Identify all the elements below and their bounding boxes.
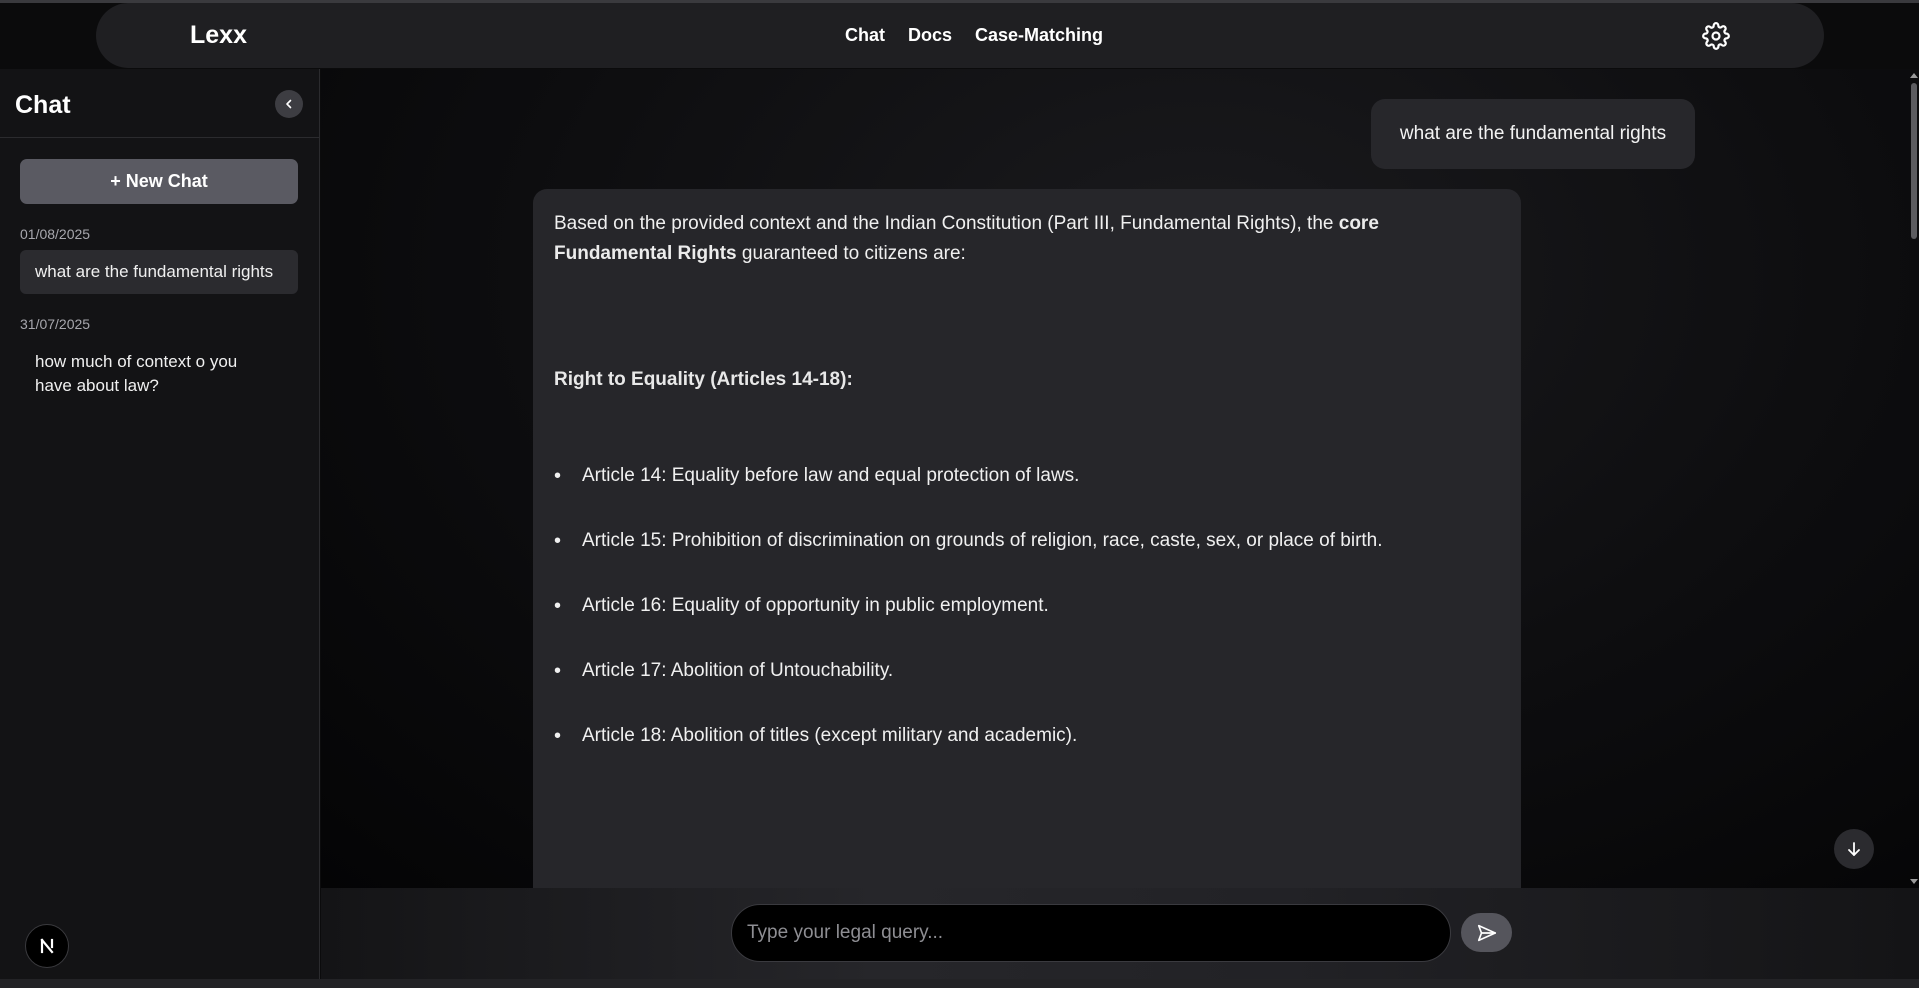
nav-link-case-matching[interactable]: Case-Matching	[975, 25, 1103, 46]
list-item: Article 14: Equality before law and equa…	[554, 461, 1383, 526]
avatar[interactable]	[25, 924, 69, 968]
article-list: Article 14: Equality before law and equa…	[554, 461, 1383, 786]
brand-logo[interactable]: Lexx	[190, 21, 247, 50]
history-date-label: 01/08/2025	[20, 226, 91, 242]
sidebar-header: Chat	[0, 69, 319, 138]
section-heading: Right to Equality (Articles 14-18):	[554, 369, 853, 390]
window-bottom-border	[0, 979, 1919, 988]
list-item: Article 15: Prohibition of discriminatio…	[554, 526, 1383, 591]
new-chat-button[interactable]: + New Chat	[20, 159, 298, 204]
assistant-intro: Based on the provided context and the In…	[554, 213, 1379, 264]
list-item: Article 18: Abolition of titles (except …	[554, 721, 1383, 786]
list-item: Article 17: Abolition of Untouchability.	[554, 656, 1383, 721]
gear-icon[interactable]	[1702, 22, 1730, 50]
sidebar-title: Chat	[15, 91, 71, 119]
nav-link-chat[interactable]: Chat	[845, 25, 885, 46]
history-date-label: 31/07/2025	[20, 316, 91, 332]
composer-bar	[321, 888, 1919, 979]
scroll-up-arrow-icon[interactable]	[1910, 73, 1918, 78]
assistant-message-bubble: Based on the provided context and the In…	[533, 189, 1521, 888]
list-item: Article 16: Equality of opportunity in p…	[554, 591, 1383, 656]
top-navbar: Lexx Chat Docs Case-Matching	[96, 3, 1824, 68]
send-button[interactable]	[1461, 913, 1512, 952]
collapse-sidebar-button[interactable]	[275, 90, 303, 118]
scroll-down-arrow-icon[interactable]	[1910, 879, 1918, 884]
scrollbar[interactable]	[1909, 69, 1919, 888]
scrollbar-thumb[interactable]	[1911, 83, 1917, 239]
n-logo-icon	[40, 938, 54, 954]
chevron-left-icon	[286, 99, 292, 109]
chat-sidebar: Chat + New Chat 01/08/2025 what are the …	[0, 69, 320, 979]
history-item-fundamental-rights[interactable]: what are the fundamental rights	[20, 250, 298, 294]
nav-link-docs[interactable]: Docs	[908, 25, 952, 46]
query-input[interactable]	[731, 904, 1451, 962]
history-item-context-about-law[interactable]: how much of context o you have about law…	[20, 340, 270, 408]
scroll-to-bottom-button[interactable]	[1834, 829, 1874, 869]
arrow-down-icon	[1848, 842, 1860, 856]
chat-main-area: what are the fundamental rights Based on…	[321, 69, 1919, 888]
send-icon	[1477, 924, 1496, 941]
nav-links: Chat Docs Case-Matching	[845, 25, 1103, 46]
user-message-bubble: what are the fundamental rights	[1371, 99, 1695, 169]
